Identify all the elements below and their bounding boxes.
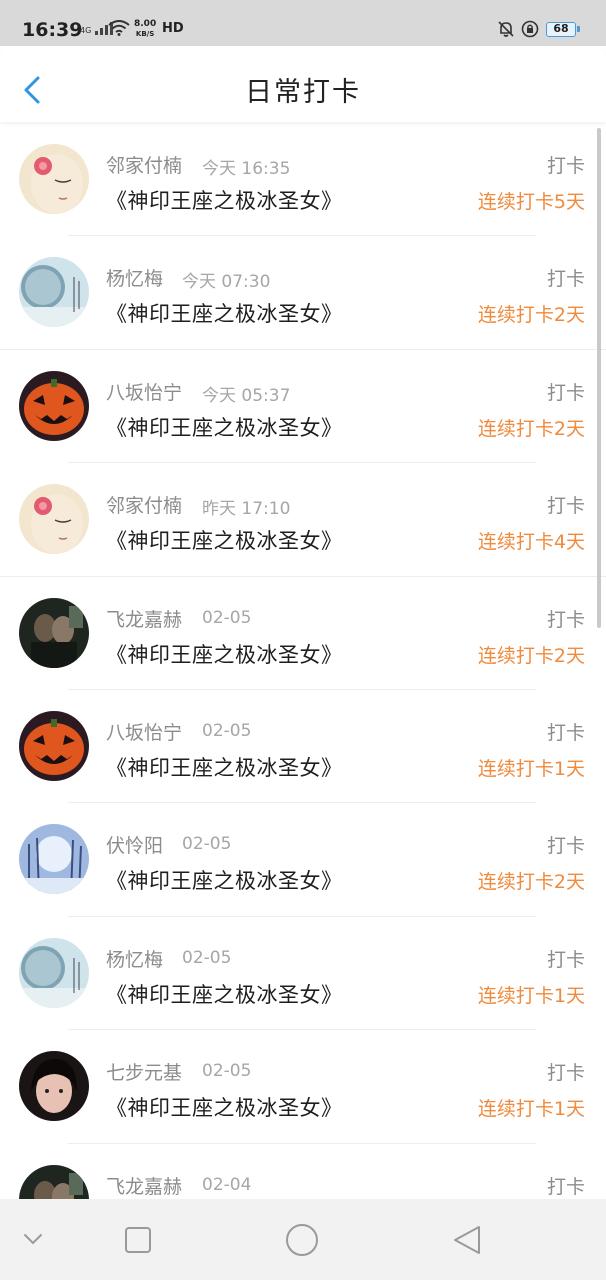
book-title: 《神印王座之极冰圣女》 (106, 982, 343, 1007)
streak-text: 连续打卡2天 (477, 871, 585, 894)
user-name: 八坂怡宁 (106, 381, 183, 404)
checkin-time: 今天 05:37 (202, 385, 291, 406)
battery-icon: 68 (546, 22, 580, 37)
user-name: 飞龙嘉赫 (106, 1175, 183, 1198)
square-recents-icon[interactable] (124, 1226, 152, 1254)
book-title: 《神印王座之极冰圣女》 (106, 529, 343, 554)
wifi-icon (108, 20, 130, 36)
status-bar: 16:39 4G 8.00 KB/S HD 68 (0, 0, 606, 46)
avatar[interactable] (19, 1051, 89, 1122)
system-nav-bar (0, 1199, 606, 1280)
checkin-label: 打卡 (546, 495, 585, 518)
streak-text: 连续打卡2天 (477, 417, 585, 440)
page-title: 日常打卡 (245, 77, 361, 108)
book-title: 《神印王座之极冰圣女》 (106, 1096, 343, 1121)
checkin-time: 02-04 (202, 1174, 252, 1195)
painted-face-icon (19, 144, 89, 214)
book-title: 《神印王座之极冰圣女》 (106, 869, 343, 894)
avatar[interactable] (19, 597, 89, 668)
moon-night-icon (19, 937, 89, 1008)
hd-badge: HD (162, 21, 184, 36)
avatar[interactable] (19, 370, 89, 441)
avatar[interactable] (19, 824, 89, 895)
streak-text: 连续打卡4天 (477, 531, 585, 554)
checkin-label: 打卡 (546, 268, 585, 291)
streak-text: 连续打卡2天 (477, 304, 585, 327)
speed-value: 8.00 (134, 19, 157, 29)
avatar[interactable] (19, 144, 89, 214)
checkin-item[interactable]: 杨忆梅 今天 07:30 《神印王座之极冰圣女》 打卡 连续打卡2天 (0, 236, 606, 351)
checkin-label: 打卡 (546, 1062, 585, 1085)
avatar[interactable] (19, 937, 89, 1008)
streak-text: 连续打卡1天 (477, 984, 585, 1007)
book-title: 《神印王座之极冰圣女》 (106, 415, 343, 440)
checkin-time: 02-05 (182, 947, 232, 968)
streak-text: 连续打卡2天 (477, 644, 585, 667)
user-name: 杨忆梅 (106, 948, 164, 971)
checkin-label: 打卡 (546, 835, 585, 858)
scrollbar[interactable] (597, 128, 601, 628)
checkin-item[interactable]: 邻家付楠 今天 16:35 《神印王座之极冰圣女》 打卡 连续打卡5天 (0, 123, 606, 237)
book-title: 《神印王座之极冰圣女》 (106, 189, 343, 213)
checkin-label: 打卡 (546, 381, 585, 404)
user-name: 邻家付楠 (106, 155, 183, 177)
user-name: 八坂怡宁 (106, 721, 183, 744)
avatar[interactable] (19, 1164, 89, 1199)
checkin-time: 今天 16:35 (202, 159, 291, 179)
battery-level: 68 (553, 22, 569, 35)
book-title: 《神印王座之极冰圣女》 (106, 302, 343, 327)
app-header: 日常打卡 (0, 46, 606, 122)
user-name: 杨忆梅 (106, 268, 164, 291)
dark-couple-icon (19, 1164, 89, 1199)
checkin-time: 02-05 (202, 607, 252, 628)
avatar[interactable] (19, 710, 89, 781)
network-type: 4G (80, 26, 92, 35)
bell-muted-icon (498, 21, 514, 37)
book-title: 《神印王座之极冰圣女》 (106, 755, 343, 780)
checkin-label: 打卡 (546, 1175, 585, 1198)
checkin-time: 昨天 17:10 (202, 499, 291, 520)
checkin-item[interactable]: 七步元基 02-05 《神印王座之极冰圣女》 打卡 连续打卡1天 (0, 1030, 606, 1144)
network-speed: 8.00 KB/S (134, 19, 156, 39)
checkin-time: 今天 07:30 (182, 272, 271, 293)
checkin-label: 打卡 (546, 721, 585, 744)
checkin-item[interactable]: 杨忆梅 02-05 《神印王座之极冰圣女》 打卡 连续打卡1天 (0, 917, 606, 1031)
user-name: 邻家付楠 (106, 495, 183, 518)
painted-face-icon (19, 484, 89, 555)
circle-home-icon[interactable] (285, 1223, 319, 1257)
user-name: 飞龙嘉赫 (106, 608, 183, 631)
streak-text: 连续打卡5天 (477, 191, 585, 213)
avatar[interactable] (19, 484, 89, 555)
checkin-item[interactable]: 八坂怡宁 今天 05:37 《神印王座之极冰圣女》 打卡 连续打卡2天 (0, 350, 606, 464)
speed-unit: KB/S (135, 30, 155, 38)
privacy-icon (521, 20, 539, 38)
snow-forest-icon (19, 824, 89, 895)
checkin-label: 打卡 (546, 608, 585, 631)
checkin-time: 02-05 (202, 720, 252, 741)
triangle-back-icon[interactable] (452, 1224, 482, 1256)
checkin-item[interactable]: 飞龙嘉赫 02-04 打卡 (0, 1144, 606, 1199)
checkin-item[interactable]: 邻家付楠 昨天 17:10 《神印王座之极冰圣女》 打卡 连续打卡4天 (0, 463, 606, 577)
checkin-time: 02-05 (182, 834, 232, 855)
checkin-item[interactable]: 伏怜阳 02-05 《神印王座之极冰圣女》 打卡 连续打卡2天 (0, 803, 606, 918)
moon-night-icon (19, 257, 89, 328)
user-name: 伏怜阳 (106, 835, 164, 858)
pumpkin-icon (19, 710, 89, 781)
girl-portrait-icon (19, 1051, 89, 1122)
checkin-item[interactable]: 八坂怡宁 02-05 《神印王座之极冰圣女》 打卡 连续打卡1天 (0, 690, 606, 804)
chevron-down-icon[interactable] (22, 1229, 44, 1249)
streak-text: 连续打卡1天 (477, 1098, 585, 1121)
dark-couple-icon (19, 597, 89, 668)
checkin-list[interactable]: 邻家付楠 今天 16:35 《神印王座之极冰圣女》 打卡 连续打卡5天 杨忆梅 … (0, 123, 606, 1199)
checkin-label: 打卡 (546, 155, 585, 177)
avatar[interactable] (19, 257, 89, 328)
streak-text: 连续打卡1天 (477, 757, 585, 780)
checkin-time: 02-05 (202, 1061, 252, 1082)
checkin-label: 打卡 (546, 948, 585, 971)
pumpkin-icon (19, 370, 89, 441)
checkin-item[interactable]: 飞龙嘉赫 02-05 《神印王座之极冰圣女》 打卡 连续打卡2天 (0, 577, 606, 691)
user-name: 七步元基 (106, 1062, 183, 1085)
book-title: 《神印王座之极冰圣女》 (106, 642, 343, 667)
status-time: 16:39 (22, 19, 83, 41)
